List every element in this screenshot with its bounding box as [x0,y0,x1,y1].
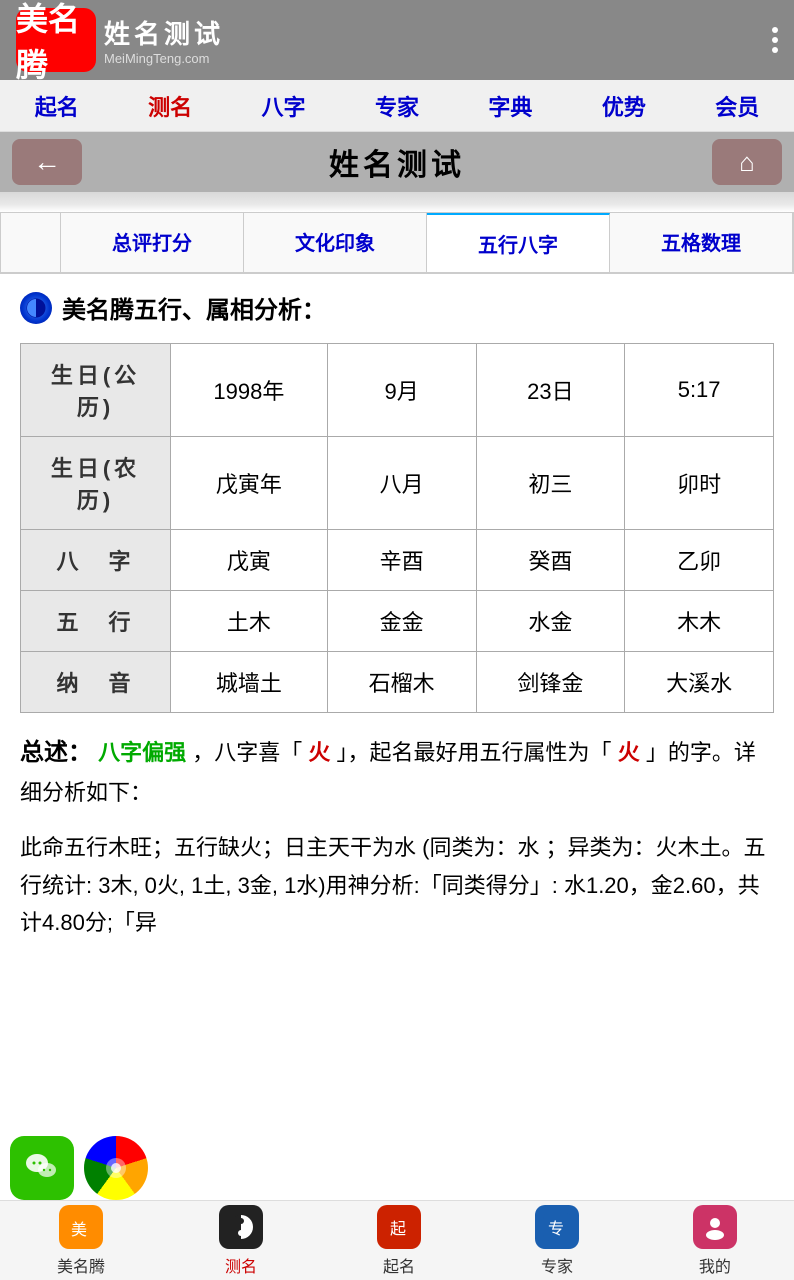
nayin-col4: 大溪水 [625,652,774,713]
menu-dots[interactable] [772,27,778,53]
wuxing-col3: 水金 [476,591,625,652]
bazi-col4: 乙卯 [625,530,774,591]
solar-month: 9月 [327,344,476,437]
table-row-nayin: 纳 音 城墙土 石榴木 剑锋金 大溪水 [21,652,774,713]
summary-fire2: 火 [618,740,640,765]
tab-spacer [1,213,61,272]
page-title: 姓名测试 [329,140,465,184]
header: 美名腾 姓名测试 MeiMingTeng.com [0,0,794,80]
wuxing-col2: 金金 [327,591,476,652]
bazi-label: 八 字 [21,530,171,591]
nayin-col3: 剑锋金 [476,652,625,713]
summary-label: 总述： [20,739,92,766]
svg-text:美: 美 [71,1221,87,1239]
tab-0[interactable]: 总评打分 [61,213,244,272]
scroll-area: 美名腾五行、属相分析： 生日(公历) 1998年 9月 23日 5:17 生日(… [0,274,794,1065]
lunar-time: 卯时 [625,437,774,530]
bazi-col1: 戊寅 [171,530,328,591]
wuxing-label: 五 行 [21,591,171,652]
bottom-nav-label-meimingteng: 美名腾 [57,1253,105,1277]
svg-text:起: 起 [390,1220,406,1238]
section-icon [20,292,52,324]
qiming-icon: 起 [377,1205,421,1249]
table-row-solar: 生日(公历) 1998年 9月 23日 5:17 [21,344,774,437]
float-icons [0,1128,148,1200]
nav-youshi[interactable]: 优势 [590,82,658,130]
summary-text2: ，八字喜「 [192,740,302,765]
nayin-col2: 石榴木 [327,652,476,713]
summary-text1: 八字偏强 [98,740,186,765]
bottom-nav-wode[interactable]: 我的 [693,1205,737,1277]
zhuanjia-icon: 专 [535,1205,579,1249]
tab-3[interactable]: 五格数理 [610,213,793,272]
svg-text:专: 专 [548,1220,564,1238]
summary-text3: 」，起名最好用五行属性为「 [337,740,612,765]
back-arrow-icon: ← [33,146,61,178]
info-table: 生日(公历) 1998年 9月 23日 5:17 生日(农历) 戊寅年 八月 初… [20,343,774,713]
lunar-day: 初三 [476,437,625,530]
nav-qiming[interactable]: 起名 [23,82,91,130]
camera-icon[interactable] [84,1136,148,1200]
table-row-bazi: 八 字 戊寅 辛酉 癸酉 乙卯 [21,530,774,591]
app-subtitle: MeiMingTeng.com [104,51,224,66]
nav-bar: 起名 测名 八字 专家 字典 优势 会员 [0,80,794,132]
nav-zhuanjia[interactable]: 专家 [363,82,431,130]
home-button[interactable]: ⌂ [712,139,782,185]
table-row-lunar: 生日(农历) 戊寅年 八月 初三 卯时 [21,437,774,530]
lunar-label: 生日(农历) [21,437,171,530]
ceming-icon [219,1205,263,1249]
summary-block: 总述： 八字偏强 ，八字喜「 火 」，起名最好用五行属性为「 火 」的字。详细分… [20,733,774,811]
nav-bazi[interactable]: 八字 [250,82,318,130]
section-title-text: 美名腾五行、属相分析： [62,290,326,325]
solar-label: 生日(公历) [21,344,171,437]
nav-ceming[interactable]: 测名 [136,82,204,130]
logo-area: 美名腾 姓名测试 MeiMingTeng.com [16,8,224,72]
summary-fire1: 火 [308,740,330,765]
dot2 [772,37,778,43]
lunar-year: 戊寅年 [171,437,328,530]
wode-icon [693,1205,737,1249]
nayin-col1: 城墙土 [171,652,328,713]
tabs-container: 总评打分文化印象五行八字五格数理 [0,212,794,272]
app-title: 姓名测试 [104,19,224,49]
bottom-nav-ceming[interactable]: 测名 [219,1205,263,1277]
wuxing-col1: 土木 [171,591,328,652]
main-content: 美名腾五行、属相分析： 生日(公历) 1998年 9月 23日 5:17 生日(… [0,274,794,975]
bazi-col3: 癸酉 [476,530,625,591]
logo-text: 美名腾 [16,0,96,86]
wechat-icon[interactable] [10,1136,74,1200]
bazi-col2: 辛酉 [327,530,476,591]
toolbar: ← 姓名测试 ⌂ [0,132,794,192]
solar-time: 5:17 [625,344,774,437]
logo-icon-box: 美名腾 [16,8,96,72]
lunar-month: 八月 [327,437,476,530]
solar-year: 1998年 [171,344,328,437]
tab-1[interactable]: 文化印象 [244,213,427,272]
bottom-nav-label-qiming: 起名 [383,1253,415,1277]
bottom-nav-meimingteng[interactable]: 美 美名腾 [57,1205,105,1277]
detail-block: 此命五行木旺；五行缺火；日主天干为水 (同类为：水 ；异类为：火木土。五行统计:… [20,829,774,941]
tab-2[interactable]: 五行八字 [427,213,610,272]
dot3 [772,47,778,53]
bottom-nav-label-wode: 我的 [699,1253,731,1277]
bottom-nav-qiming[interactable]: 起 起名 [377,1205,421,1277]
watermark-area [0,192,794,212]
nav-huiyuan[interactable]: 会员 [703,82,771,130]
section-title: 美名腾五行、属相分析： [20,290,774,325]
home-icon: ⌂ [739,147,755,178]
detail-text: 此命五行木旺；五行缺火；日主天干为水 (同类为：水 ；异类为：火木土。五行统计:… [20,835,766,935]
bottom-nav-label-zhuanjia: 专家 [541,1253,573,1277]
logo-title-group: 姓名测试 MeiMingTeng.com [104,14,224,66]
bottom-nav-label-ceming: 测名 [225,1253,257,1277]
bottom-nav-zhuanjia[interactable]: 专 专家 [535,1205,579,1277]
nayin-label: 纳 音 [21,652,171,713]
nav-zidian[interactable]: 字典 [476,82,544,130]
back-button[interactable]: ← [12,139,82,185]
solar-day: 23日 [476,344,625,437]
wuxing-col4: 木木 [625,591,774,652]
table-row-wuxing: 五 行 土木 金金 水金 木木 [21,591,774,652]
dot1 [772,27,778,33]
meimingteng-icon: 美 [59,1205,103,1249]
bottom-nav: 美 美名腾 测名 起 起名 专 [0,1200,794,1280]
